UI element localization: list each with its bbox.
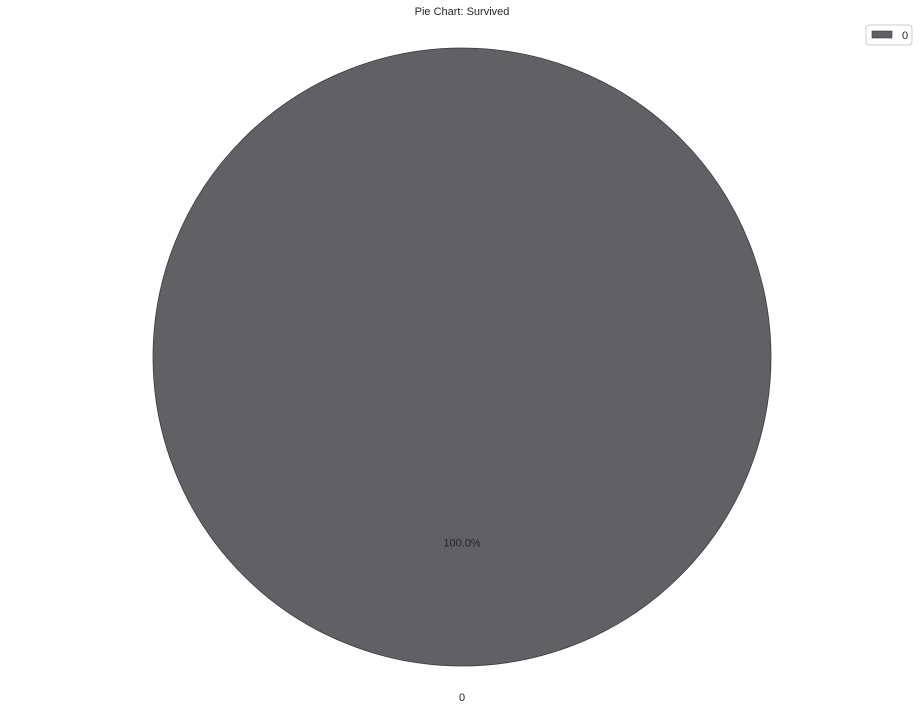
pie-slices <box>152 47 772 667</box>
pie-chart: Pie Chart: Survived 100.0% 0 0 <box>0 0 924 711</box>
legend: 0 <box>865 24 913 46</box>
pie-slice-pct-label: 100.0% <box>443 537 481 549</box>
legend-label: 0 <box>902 30 908 42</box>
pie-slice-category-label: 0 <box>459 692 465 704</box>
pie-chart-svg: Pie Chart: Survived 100.0% 0 0 <box>152 6 913 704</box>
pie-slice-0 <box>152 47 772 667</box>
chart-title: Pie Chart: Survived <box>415 6 510 18</box>
legend-swatch <box>871 30 893 39</box>
